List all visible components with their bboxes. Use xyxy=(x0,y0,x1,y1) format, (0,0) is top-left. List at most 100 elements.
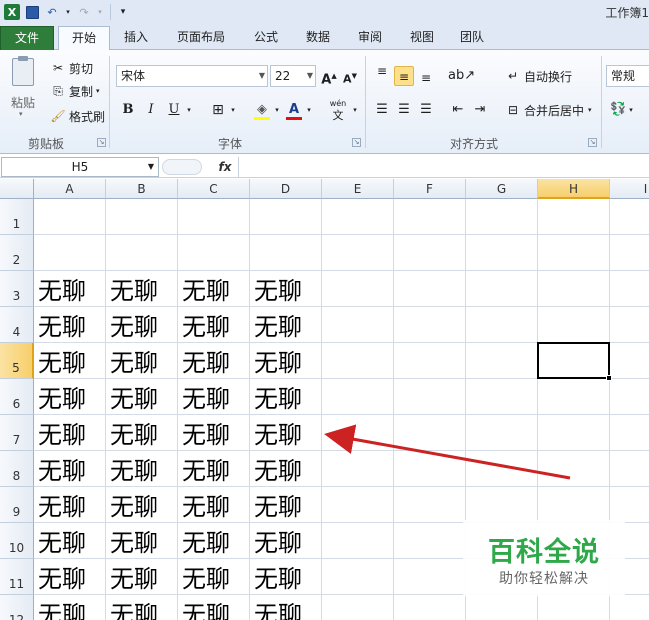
cell-b10[interactable]: 无聊 xyxy=(110,525,158,561)
cell-b4[interactable]: 无聊 xyxy=(110,309,158,345)
tab-insert[interactable]: 插入 xyxy=(114,26,158,50)
row-header-4[interactable]: 4 xyxy=(0,307,34,343)
align-top-button[interactable]: ≡ xyxy=(372,65,392,86)
cell-c10[interactable]: 无聊 xyxy=(182,525,230,561)
cell-a3[interactable]: 无聊 xyxy=(38,273,86,309)
row-header-6[interactable]: 6 xyxy=(0,379,34,415)
align-middle-button[interactable]: ≡ xyxy=(394,66,414,86)
cell-a7[interactable]: 无聊 xyxy=(38,417,86,453)
font-size-combo[interactable]: 22 ▼ xyxy=(270,65,316,87)
customize-toolbar-icon[interactable]: ▾ xyxy=(115,4,131,20)
undo-dropdown-icon[interactable]: ▾ xyxy=(64,4,72,20)
tab-home[interactable]: 开始 xyxy=(58,26,110,51)
phonetic-guide-button[interactable]: wén 文 xyxy=(326,98,350,122)
align-right-button[interactable]: ☰ xyxy=(416,100,436,120)
font-name-combo[interactable]: 宋体 ▼ xyxy=(116,65,268,87)
number-format-combo[interactable]: 常规 xyxy=(606,65,649,87)
cell-c3[interactable]: 无聊 xyxy=(182,273,230,309)
cell-a12[interactable]: 无聊 xyxy=(38,597,86,620)
align-center-button[interactable]: ☰ xyxy=(394,100,414,120)
increase-indent-button[interactable]: ⇥ xyxy=(470,100,490,120)
font-color-dropdown-icon[interactable]: ▾ xyxy=(304,100,314,120)
fill-color-dropdown-icon[interactable]: ▾ xyxy=(272,100,282,120)
alignment-launcher-icon[interactable]: ↘ xyxy=(588,138,597,147)
column-header-e[interactable]: E xyxy=(322,179,394,199)
formula-bar-splitter[interactable] xyxy=(162,159,202,175)
fill-color-button[interactable]: ◈ xyxy=(252,100,272,120)
column-header-h[interactable]: H xyxy=(538,179,610,199)
cell-b9[interactable]: 无聊 xyxy=(110,489,158,525)
cell-d3[interactable]: 无聊 xyxy=(254,273,302,309)
cell-d6[interactable]: 无聊 xyxy=(254,381,302,417)
font-color-button[interactable]: A xyxy=(284,100,304,120)
row-header-10[interactable]: 10 xyxy=(0,523,34,559)
excel-logo-icon[interactable]: X xyxy=(4,4,20,20)
row-header-8[interactable]: 8 xyxy=(0,451,34,487)
cell-b5[interactable]: 无聊 xyxy=(110,345,158,381)
name-box[interactable]: H5 ▼ xyxy=(1,157,159,177)
fill-handle[interactable] xyxy=(606,375,612,381)
undo-icon[interactable]: ↶ xyxy=(44,4,60,20)
row-header-12[interactable]: 12 xyxy=(0,595,34,620)
currency-format-button[interactable]: 💱 xyxy=(610,100,626,120)
tab-view[interactable]: 视图 xyxy=(400,26,444,50)
insert-function-icon[interactable]: fx xyxy=(214,158,236,176)
cell-a9[interactable]: 无聊 xyxy=(38,489,86,525)
cut-button[interactable]: ✂ 剪切 xyxy=(50,58,93,78)
cell-a5[interactable]: 无聊 xyxy=(38,345,86,381)
merge-center-button[interactable]: ⊟ 合并后居中 ▾ xyxy=(505,100,592,120)
cell-d11[interactable]: 无聊 xyxy=(254,561,302,597)
cell-c12[interactable]: 无聊 xyxy=(182,597,230,620)
copy-button[interactable]: ⎘ 复制 ▾ xyxy=(50,81,99,101)
row-header-5[interactable]: 5 xyxy=(0,343,34,379)
row-header-11[interactable]: 11 xyxy=(0,559,34,595)
cell-c9[interactable]: 无聊 xyxy=(182,489,230,525)
column-header-d[interactable]: D xyxy=(250,179,322,199)
cell-d4[interactable]: 无聊 xyxy=(254,309,302,345)
tab-team[interactable]: 团队 xyxy=(450,26,494,50)
cell-d10[interactable]: 无聊 xyxy=(254,525,302,561)
row-header-1[interactable]: 1 xyxy=(0,199,34,235)
column-header-i[interactable]: I xyxy=(610,179,649,199)
row-header-3[interactable]: 3 xyxy=(0,271,34,307)
column-header-a[interactable]: A xyxy=(34,179,106,199)
cell-a10[interactable]: 无聊 xyxy=(38,525,86,561)
cell-c6[interactable]: 无聊 xyxy=(182,381,230,417)
format-painter-button[interactable]: 🖌 格式刷 xyxy=(50,106,105,126)
cell-a8[interactable]: 无聊 xyxy=(38,453,86,489)
cell-d8[interactable]: 无聊 xyxy=(254,453,302,489)
selected-cell-h5[interactable] xyxy=(537,342,612,381)
underline-dropdown-icon[interactable]: ▾ xyxy=(184,100,194,120)
tab-formulas[interactable]: 公式 xyxy=(244,26,288,50)
border-icon[interactable]: ⊞ xyxy=(208,100,228,120)
font-launcher-icon[interactable]: ↘ xyxy=(352,138,361,147)
cell-b7[interactable]: 无聊 xyxy=(110,417,158,453)
decrease-indent-button[interactable]: ⇤ xyxy=(448,100,468,120)
orientation-button[interactable]: ab↗ xyxy=(448,66,475,86)
cell-b3[interactable]: 无聊 xyxy=(110,273,158,309)
row-header-7[interactable]: 7 xyxy=(0,415,34,451)
cell-b8[interactable]: 无聊 xyxy=(110,453,158,489)
bold-button[interactable]: B xyxy=(118,100,138,120)
cell-b12[interactable]: 无聊 xyxy=(110,597,158,620)
cell-c7[interactable]: 无聊 xyxy=(182,417,230,453)
cell-d7[interactable]: 无聊 xyxy=(254,417,302,453)
paste-button[interactable]: 粘贴 ▾ xyxy=(6,54,40,118)
column-header-b[interactable]: B xyxy=(106,179,178,199)
cell-c4[interactable]: 无聊 xyxy=(182,309,230,345)
cell-c5[interactable]: 无聊 xyxy=(182,345,230,381)
shrink-font-button[interactable]: A▼ xyxy=(340,66,360,86)
column-header-c[interactable]: C xyxy=(178,179,250,199)
select-all-corner[interactable] xyxy=(0,179,34,199)
redo-dropdown-icon[interactable]: ▾ xyxy=(96,4,104,20)
grow-font-button[interactable]: A▲ xyxy=(319,66,339,87)
phonetic-dropdown-icon[interactable]: ▾ xyxy=(350,100,360,120)
align-bottom-button[interactable]: ≡ xyxy=(416,68,436,88)
cell-c11[interactable]: 无聊 xyxy=(182,561,230,597)
cell-a11[interactable]: 无聊 xyxy=(38,561,86,597)
cell-c8[interactable]: 无聊 xyxy=(182,453,230,489)
cell-d5[interactable]: 无聊 xyxy=(254,345,302,381)
clipboard-launcher-icon[interactable]: ↘ xyxy=(97,138,106,147)
formula-input[interactable] xyxy=(238,157,649,177)
wrap-text-button[interactable]: ↵ 自动换行 xyxy=(505,66,572,86)
